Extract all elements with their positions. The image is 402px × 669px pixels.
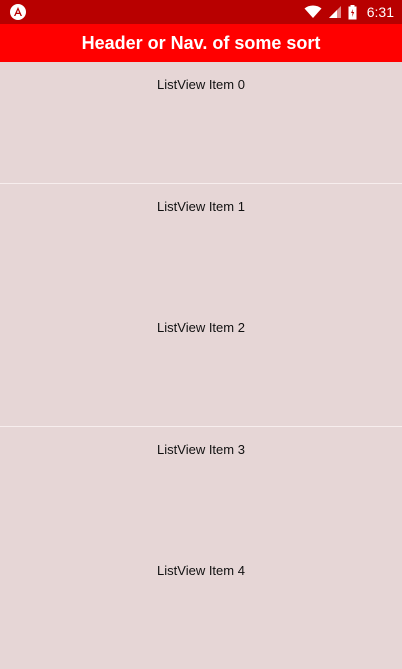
list-item[interactable]: ListView Item 4 — [0, 548, 402, 669]
list-item-label: ListView Item 1 — [157, 199, 245, 214]
list-item[interactable]: ListView Item 0 — [0, 62, 402, 183]
battery-icon — [348, 4, 357, 19]
status-icons: 6:31 — [304, 0, 394, 24]
list-item-label: ListView Item 0 — [157, 77, 245, 92]
status-time: 6:31 — [366, 4, 394, 20]
status-bar: 6:31 — [0, 0, 402, 24]
list-item-label: ListView Item 2 — [157, 320, 245, 335]
list-item-label: ListView Item 3 — [157, 442, 245, 457]
header-title: Header or Nav. of some sort — [81, 32, 321, 53]
wifi-icon — [304, 5, 322, 18]
list-item[interactable]: ListView Item 1 — [0, 184, 402, 305]
header-nav: Header or Nav. of some sort — [0, 24, 402, 62]
signal-icon — [328, 6, 341, 18]
angular-logo-icon — [10, 4, 26, 20]
list-item-label: ListView Item 4 — [157, 563, 245, 578]
list-item[interactable]: ListView Item 2 — [0, 305, 402, 426]
list-item[interactable]: ListView Item 3 — [0, 427, 402, 548]
list-view[interactable]: ListView Item 0 ListView Item 1 ListView… — [0, 62, 402, 667]
